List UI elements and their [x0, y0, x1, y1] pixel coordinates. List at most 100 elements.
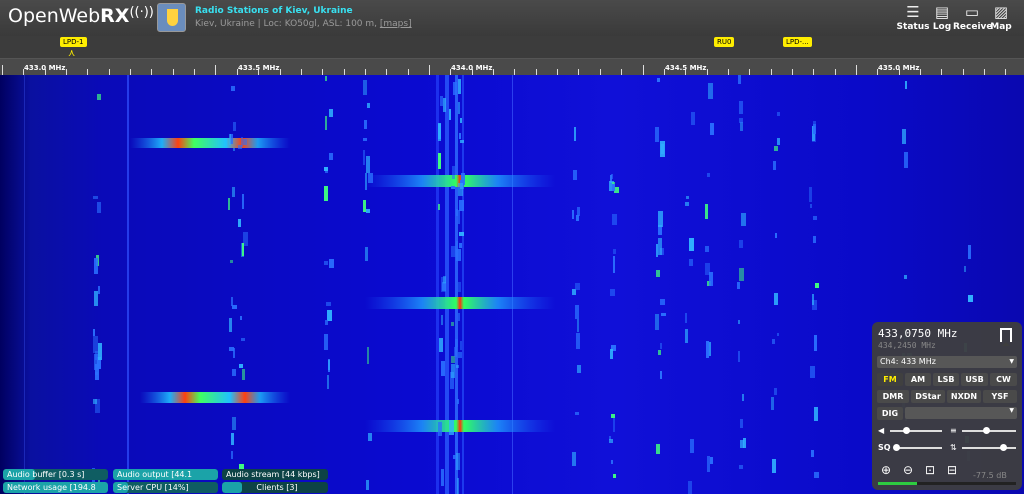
waterfall-noise-mark — [440, 96, 443, 106]
waterfall-noise-mark — [612, 214, 617, 225]
waterfall-noise-mark — [94, 258, 98, 274]
mode-dstar-button[interactable]: DStar — [911, 390, 945, 403]
gain-slider-knob[interactable] — [999, 444, 1007, 451]
waterfall-noise-mark — [740, 122, 743, 131]
waterfall-noise-mark — [777, 112, 780, 116]
mode-fm-button[interactable]: FM — [877, 373, 903, 386]
waterfall-noise-mark — [812, 294, 814, 305]
waterfall-noise-mark — [777, 333, 779, 336]
frequency-display[interactable]: 433,0750 MHz — [878, 327, 957, 340]
volume-slider-knob[interactable] — [902, 427, 910, 434]
waterfall-noise-mark — [325, 76, 327, 81]
waterfall-noise-mark — [905, 81, 907, 89]
squelch-slider[interactable] — [894, 447, 942, 449]
mode-cw-button[interactable]: CW — [990, 373, 1017, 386]
audio-buffer-label: Audio buffer [0.3 s] — [7, 470, 85, 479]
waterfall-noise-mark — [777, 138, 780, 145]
waterfall-noise-mark — [577, 365, 581, 373]
waterfall-noise-mark — [738, 351, 740, 362]
zoom-in-full-icon[interactable]: ⊡ — [922, 462, 938, 478]
gain-slider[interactable] — [962, 447, 1016, 449]
waterfall-noise-mark — [613, 474, 616, 478]
waterfall-noise-mark — [441, 315, 443, 325]
waterfall-noise-mark — [459, 243, 462, 248]
waterfall-noise-mark — [326, 302, 331, 306]
scale-label: 434.5 MHz — [665, 64, 707, 72]
waterfall-noise-mark — [705, 204, 708, 219]
mode-ysf-button[interactable]: YSF — [983, 390, 1017, 403]
waterfall-noise-mark — [232, 369, 236, 376]
waterfall-noise-mark — [739, 240, 743, 248]
openwebrx-logo[interactable]: OpenWebRX((·)) — [8, 5, 154, 27]
waterfall-noise-mark — [458, 313, 460, 321]
waterfall-noise-mark — [238, 219, 241, 227]
waterfall-noise-mark — [740, 440, 744, 448]
waterfall-noise-mark — [740, 419, 743, 428]
zoom-out-full-icon[interactable]: ⊟ — [944, 462, 960, 478]
waterfall-noise-mark — [239, 364, 243, 368]
mode-usb-button[interactable]: USB — [961, 373, 988, 386]
maps-link[interactable]: [maps] — [380, 19, 412, 29]
waterfall-noise-mark — [968, 245, 971, 259]
zoom-in-icon[interactable]: ⊕ — [878, 462, 894, 478]
map-button[interactable]: ▨ Map — [982, 4, 1020, 34]
network-usage-label: Network usage [194.8 — [7, 483, 96, 492]
waterfall-noise-mark — [442, 283, 446, 290]
server-cpu-bar: Server CPU [14%] — [113, 482, 218, 493]
waterfall-noise-mark — [363, 200, 366, 212]
waterfall-noise-mark — [243, 139, 247, 145]
mode-am-button[interactable]: AM — [905, 373, 931, 386]
waterfall-noise-mark — [451, 364, 455, 378]
mode-dmr-button[interactable]: DMR — [877, 390, 909, 403]
waterfall-noise-mark — [707, 173, 710, 177]
waterfall-noise-mark — [656, 444, 660, 454]
waterfall-noise-mark — [241, 137, 243, 147]
zoom-out-icon[interactable]: ⊖ — [900, 462, 916, 478]
mode-nxdn-button[interactable]: NXDN — [947, 390, 981, 403]
bookmark-lpd[interactable]: LPD-... — [783, 37, 812, 47]
waterfall-noise-mark — [656, 244, 658, 257]
waterfall-noise-mark — [97, 94, 101, 100]
waterfall-noise-mark — [574, 127, 576, 141]
waterfall-noise-mark — [459, 133, 461, 139]
bookmark-ru0[interactable]: RU0 — [714, 37, 735, 47]
waterfall-noise-mark — [93, 196, 98, 199]
digital-mode-select[interactable]: ▼ — [905, 407, 1017, 419]
squelch-slider-knob[interactable] — [893, 444, 901, 451]
top-bar: OpenWebRX((·)) Radio Stations of Kiev, U… — [0, 0, 1024, 36]
waterfall-noise-mark — [577, 319, 579, 332]
waterfall-noise-mark — [457, 478, 459, 494]
mode-dig-button[interactable]: DIG — [877, 407, 903, 420]
waterfall-noise-mark — [771, 397, 774, 410]
waterfall-noise-mark — [441, 469, 444, 486]
waterfall-noise-mark — [688, 481, 692, 494]
waterfall-noise-mark — [456, 209, 458, 216]
waterfall-noise-mark — [660, 299, 665, 305]
waterfall-noise-mark — [231, 86, 235, 91]
scale-tick — [643, 65, 644, 75]
volume-slider[interactable] — [890, 430, 942, 432]
waterfall-noise-mark — [367, 103, 370, 108]
frequency-scale[interactable]: 433.0 MHz 433.5 MHz 434.0 MHz 434.5 MHz … — [0, 58, 1024, 75]
noise-reduction-slider-knob[interactable] — [983, 427, 991, 434]
waterfall-noise-mark — [707, 456, 710, 472]
waterfall-display[interactable] — [0, 75, 1024, 494]
waterfall-noise-mark — [458, 183, 463, 196]
waterfall-noise-mark — [363, 138, 367, 141]
logo-text: OpenWeb — [8, 5, 101, 27]
gain-icon: ⇅ — [950, 443, 957, 452]
waterfall-noise-mark — [231, 433, 234, 445]
waterfall-noise-mark — [232, 187, 235, 197]
bookmark-lpd-1[interactable]: LPD-1 — [60, 37, 87, 47]
server-cpu-label: Server CPU [14%] — [117, 483, 189, 492]
waterfall-noise-mark — [367, 347, 369, 364]
waterfall-noise-mark — [576, 333, 580, 349]
waterfall-noise-mark — [964, 266, 966, 272]
waterfall-noise-mark — [737, 282, 740, 289]
waterfall-noise-mark — [460, 140, 464, 143]
channel-select[interactable]: Ch4: 433 MHz ▼ — [877, 356, 1017, 368]
waterfall-noise-mark — [438, 153, 441, 169]
mode-lsb-button[interactable]: LSB — [933, 373, 959, 386]
waterfall-noise-mark — [363, 150, 365, 165]
bookmark-icon[interactable] — [1000, 328, 1012, 346]
